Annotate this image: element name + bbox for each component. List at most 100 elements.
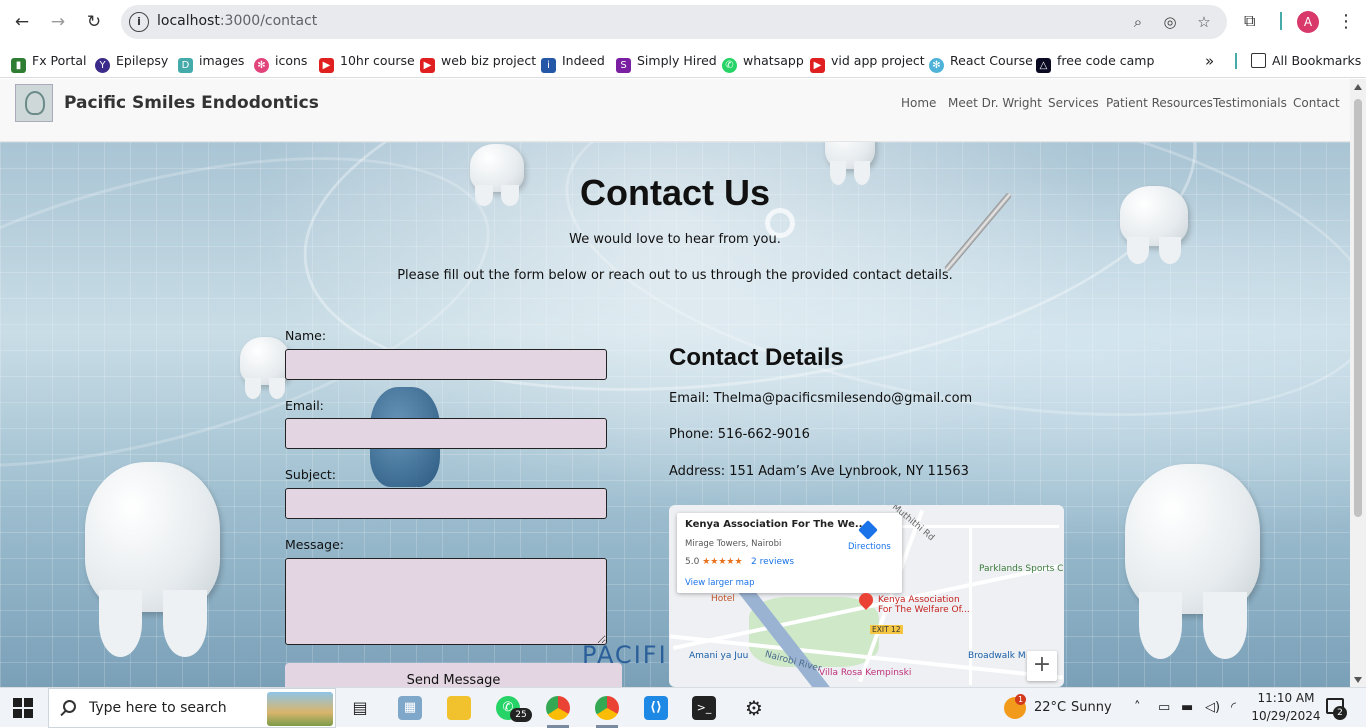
- contact-email: Email: Thelma@pacificsmilesendo@gmail.co…: [669, 391, 973, 406]
- map-label-exit: EXIT 12: [870, 625, 903, 634]
- weather-badge: 1: [1015, 694, 1026, 705]
- bookmark-web-biz-project[interactable]: ▶ web biz project: [420, 52, 536, 73]
- wifi-icon[interactable]: ◜: [1231, 700, 1236, 715]
- clock-time[interactable]: 11:10 AM: [1256, 691, 1316, 705]
- map-label-hotel: Hotel: [711, 594, 735, 604]
- back-arrow-icon[interactable]: ←: [11, 11, 33, 33]
- search-placeholder: Type here to search: [89, 700, 227, 716]
- site-info-icon[interactable]: i: [129, 12, 149, 32]
- nav-patient-resources[interactable]: Patient Resources: [1106, 96, 1213, 110]
- bookmark-react-course[interactable]: ✻ React Course: [929, 52, 1033, 73]
- bar-chart-icon: ▮: [11, 58, 26, 73]
- chrome-profile-m-icon[interactable]: [595, 696, 619, 720]
- message-label: Message:: [285, 537, 344, 552]
- search-icon: [63, 700, 76, 713]
- scrollbar-thumb[interactable]: [1354, 99, 1362, 517]
- file-explorer-icon[interactable]: [447, 696, 471, 720]
- vscode-icon[interactable]: ⟨⟩: [644, 696, 668, 720]
- tray-device-icon[interactable]: ▭: [1158, 700, 1170, 715]
- simplyhired-icon: S: [616, 58, 631, 73]
- site-logo[interactable]: [15, 84, 53, 122]
- clock-date[interactable]: 10/29/2024: [1249, 709, 1323, 723]
- subject-label: Subject:: [285, 467, 336, 482]
- document-icon: D: [178, 58, 193, 73]
- view-larger-map-link[interactable]: View larger map: [685, 578, 755, 588]
- profile-avatar[interactable]: A: [1297, 11, 1319, 33]
- battery-icon[interactable]: ▬: [1181, 700, 1193, 715]
- eye-off-icon[interactable]: ◎: [1161, 13, 1179, 31]
- terminal-icon[interactable]: >_: [692, 696, 716, 720]
- subject-input[interactable]: [285, 488, 607, 519]
- contact-address: Address: 151 Adam’s Ave Lynbrook, NY 115…: [669, 464, 969, 479]
- zoom-icon[interactable]: ⌕: [1129, 13, 1147, 31]
- bookmark-indeed[interactable]: i Indeed: [541, 52, 605, 73]
- message-textarea[interactable]: [285, 558, 607, 645]
- directions-link[interactable]: Directions: [848, 542, 891, 552]
- send-message-button[interactable]: Send Message: [285, 663, 622, 687]
- scroll-up-icon[interactable]: [1354, 84, 1362, 90]
- windows-start-icon[interactable]: [13, 698, 33, 718]
- notification-badge: 2: [1333, 706, 1347, 720]
- tooth-illustration: [85, 462, 220, 657]
- tray-overflow-icon[interactable]: ˄: [1134, 700, 1141, 715]
- taskbar-search[interactable]: Type here to search: [48, 688, 336, 728]
- url-text[interactable]: localhost:3000/contact: [157, 13, 317, 29]
- map-reviews-link[interactable]: 2 reviews: [751, 557, 794, 567]
- react-icon: ✻: [929, 58, 944, 73]
- youtube-icon: ▶: [810, 58, 825, 73]
- menu-kebab-icon[interactable]: ⋮: [1337, 11, 1355, 32]
- map-label-broadwalk: Broadwalk M: [968, 651, 1026, 661]
- bookmark-simply-hired[interactable]: S Simply Hired: [616, 52, 717, 73]
- photos-app-icon[interactable]: ▦: [398, 696, 422, 720]
- scroll-down-icon[interactable]: [1354, 677, 1362, 683]
- youtube-icon: ▶: [420, 58, 435, 73]
- bookmark-fx-portal[interactable]: ▮ Fx Portal: [11, 52, 86, 73]
- map-place-card: Kenya Association For The We... Mirage T…: [677, 513, 902, 593]
- contact-phone: Phone: 516-662-9016: [669, 427, 810, 442]
- nav-testimonials[interactable]: Testimonials: [1213, 96, 1287, 110]
- weather-temperature[interactable]: 22°C: [1034, 700, 1066, 715]
- rating-stars-icon: ★★★★★: [702, 557, 743, 567]
- tooth-logo-icon: [25, 91, 45, 115]
- yahoo-icon: Y: [95, 58, 110, 73]
- bookmark-vid-app-project[interactable]: ▶ vid app project: [810, 52, 925, 73]
- bookmark-images[interactable]: Dimages: [178, 52, 244, 73]
- bookmark-10hr-course[interactable]: ▶ 10hr course: [319, 52, 415, 73]
- bookmark-icons[interactable]: ✻ icons: [254, 52, 307, 73]
- weather-condition[interactable]: Sunny: [1071, 700, 1112, 715]
- reload-icon[interactable]: ↻: [83, 11, 105, 33]
- contact-details-heading: Contact Details: [669, 344, 844, 371]
- forward-arrow-icon[interactable]: →: [47, 11, 69, 33]
- bookmark-whatsapp[interactable]: ✆ whatsapp: [722, 52, 804, 73]
- settings-gear-icon[interactable]: ⚙: [742, 696, 766, 720]
- task-view-icon[interactable]: ▤: [348, 696, 372, 720]
- embedded-map[interactable]: Kenya Association For The We... Mirage T…: [669, 505, 1064, 687]
- all-bookmarks-button[interactable]: All Bookmarks: [1251, 52, 1361, 70]
- star-bookmark-icon[interactable]: ☆: [1195, 13, 1213, 31]
- nav-contact[interactable]: Contact: [1293, 96, 1340, 110]
- page-title: Contact Us: [579, 172, 771, 213]
- search-highlight-image: [267, 692, 333, 726]
- name-label: Name:: [285, 328, 327, 343]
- bookmarks-overflow-button[interactable]: »: [1205, 52, 1214, 70]
- page-scrollbar[interactable]: [1350, 79, 1366, 687]
- nav-home[interactable]: Home: [901, 96, 936, 110]
- extensions-icon[interactable]: ⧉: [1244, 11, 1255, 31]
- address-bar[interactable]: i localhost:3000/contact ⌕ ◎ ☆: [121, 5, 1227, 39]
- map-label-place: Kenya Association: [878, 595, 960, 605]
- site-brand[interactable]: Pacific Smiles Endodontics: [64, 93, 319, 113]
- email-input[interactable]: [285, 418, 607, 449]
- windows-taskbar: Type here to search ▤ ▦ ✆ 25 ⟨⟩ >_ ⚙ 1 2…: [0, 687, 1366, 728]
- nav-meet-dr-wright[interactable]: Meet Dr. Wright: [948, 96, 1042, 110]
- map-zoom-in-button[interactable]: +: [1027, 651, 1057, 681]
- chrome-profile-a-icon[interactable]: [546, 696, 570, 720]
- browser-toolbar: ← → ↻ i localhost:3000/contact ⌕ ◎ ☆ ⧉ A…: [0, 0, 1366, 44]
- volume-icon[interactable]: ◁): [1205, 700, 1220, 715]
- email-label: Email:: [285, 398, 324, 413]
- name-input[interactable]: [285, 349, 607, 380]
- bookmark-free-code-camp[interactable]: △ free code camp: [1036, 52, 1154, 73]
- bookmark-epilepsy[interactable]: Y Epilepsy: [95, 52, 168, 73]
- page-viewport: Pacific Smiles Endodontics Home Meet Dr.…: [0, 79, 1350, 687]
- whatsapp-icon: ✆: [722, 58, 737, 73]
- nav-services[interactable]: Services: [1048, 96, 1099, 110]
